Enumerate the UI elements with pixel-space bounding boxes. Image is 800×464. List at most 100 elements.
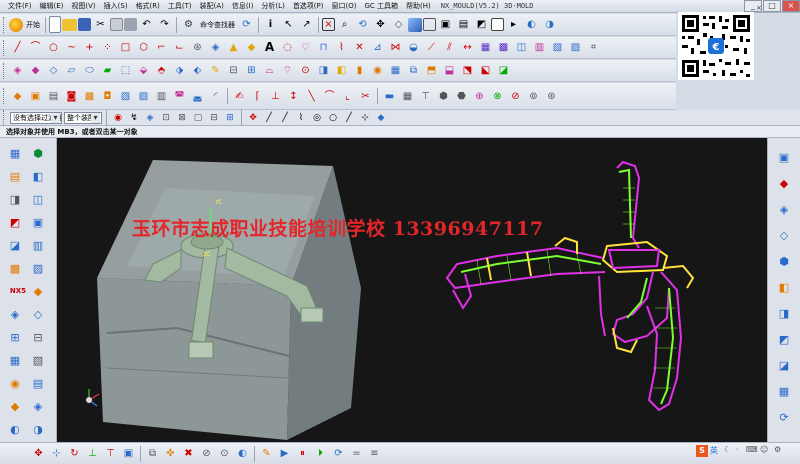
pointer-icon[interactable]: ↗ (298, 16, 315, 33)
snap-midpoint-icon[interactable]: ╱ (278, 111, 292, 125)
wcs-save-icon[interactable]: ▣ (120, 445, 137, 462)
fillet-curve-icon[interactable]: ⌐ (153, 39, 170, 56)
nx5-logo[interactable]: NX5 (6, 282, 30, 300)
styled-blend-icon[interactable]: ⌔ (279, 62, 296, 79)
ime-skin-icon[interactable]: ☺ (760, 445, 768, 454)
through-curves-icon[interactable]: ◈ (9, 62, 26, 79)
patch-icon[interactable]: ⊟ (225, 62, 242, 79)
assembly-navigator-icon[interactable]: ▦ (6, 144, 24, 162)
dimension-icon[interactable]: ↕ (285, 88, 302, 105)
transform-icon[interactable]: ⧉ (144, 445, 161, 462)
electrode-icon[interactable]: ▦ (6, 351, 24, 369)
snap-intersection-icon[interactable]: ╱ (342, 111, 356, 125)
shell-icon[interactable]: ◜ (207, 88, 224, 105)
spline-icon[interactable]: ∼ (63, 39, 80, 56)
general-selection-icon[interactable]: ◉ (111, 111, 125, 125)
toolbar-grip[interactable] (3, 39, 6, 56)
ime-mode-icon[interactable]: ☾ (724, 445, 731, 454)
view-bottom-icon[interactable]: ◩ (775, 330, 793, 348)
sketch-trim-icon[interactable]: ✂ (357, 88, 374, 105)
law-extension-icon[interactable]: ⬚ (117, 62, 134, 79)
cylinder-icon[interactable]: ▣ (27, 88, 44, 105)
fit-surface-icon[interactable]: ⬭ (81, 62, 98, 79)
visualization-icon[interactable]: ◑ (29, 420, 47, 438)
polygon-icon[interactable]: ⬡ (135, 39, 152, 56)
sphere-icon[interactable]: ◙ (63, 88, 80, 105)
toolbar-grip[interactable] (3, 88, 6, 104)
layer-icon[interactable]: ▤ (455, 16, 472, 33)
view-back-icon[interactable]: ◨ (775, 304, 793, 322)
offset-curve-icon[interactable]: ◌ (279, 39, 296, 56)
show-icon[interactable]: ◑ (541, 16, 558, 33)
cone-icon[interactable]: ▤ (45, 88, 62, 105)
sketch-line-icon[interactable]: ╲ (303, 88, 320, 105)
gap-analysis-icon[interactable]: ▧ (29, 351, 47, 369)
view-left-icon[interactable]: ◧ (775, 278, 793, 296)
split-body-icon[interactable]: ⬕ (477, 62, 494, 79)
trim-sheet-icon[interactable]: ⬗ (171, 62, 188, 79)
menu-insert[interactable]: 插入(S) (100, 0, 132, 13)
window-close-glyph[interactable]: × (756, 4, 762, 12)
subtract-icon[interactable]: ⬓ (441, 62, 458, 79)
ruled-icon[interactable]: ▧ (549, 39, 566, 56)
toolbar-grip[interactable] (3, 16, 6, 33)
fit-view-icon[interactable]: × (322, 18, 335, 31)
snap-center-icon[interactable]: ◎ (310, 111, 324, 125)
menu-view[interactable]: 视图(V) (67, 0, 99, 13)
new-file-icon[interactable] (49, 16, 61, 33)
snap-face-icon[interactable]: ◆ (374, 111, 388, 125)
n-sided-surface-icon[interactable]: ▨ (567, 39, 584, 56)
measure-icon[interactable]: ⊞ (6, 328, 24, 346)
menu-format[interactable]: 格式(R) (132, 0, 164, 13)
point-set-icon[interactable]: ⁘ (99, 39, 116, 56)
four-point-surface-icon[interactable]: ◇ (45, 62, 62, 79)
palette-icon[interactable]: ◆ (29, 282, 47, 300)
save-icon[interactable] (78, 18, 91, 31)
through-mesh-icon[interactable]: ◆ (27, 62, 44, 79)
mirror-icon[interactable]: ⧉ (405, 62, 422, 79)
system-materials-icon[interactable]: ◨ (6, 190, 24, 208)
close-button[interactable]: × (782, 0, 800, 12)
ime-logo-icon[interactable]: S (696, 445, 708, 457)
snap-quadrant-icon[interactable]: ○ (326, 111, 340, 125)
start-icon[interactable] (9, 17, 23, 32)
unite-icon[interactable]: ⬒ (423, 62, 440, 79)
swept-icon[interactable]: ▥ (531, 39, 548, 56)
suppress-feature-icon[interactable]: ⏸ (294, 445, 311, 462)
delete-icon[interactable]: ✖ (180, 445, 197, 462)
manufacturing-wizard-icon[interactable]: ◩ (6, 213, 24, 231)
view-top-icon[interactable]: ◈ (775, 200, 793, 218)
unsuppress-feature-icon[interactable]: ⏵ (312, 445, 329, 462)
mold-ejector-icon[interactable]: ⊤ (417, 88, 434, 105)
mold-cooling-icon[interactable]: ▬ (381, 88, 398, 105)
part-navigator-icon[interactable]: ⬢ (29, 144, 47, 162)
move-object-icon[interactable]: ✜ (162, 445, 179, 462)
bounded-plane-icon[interactable]: ▱ (63, 62, 80, 79)
profile-icon[interactable]: ⌈ (249, 88, 266, 105)
maximize-button[interactable]: □ (763, 0, 781, 12)
extrude-icon[interactable]: ▮ (351, 62, 368, 79)
pan-icon[interactable]: ✥ (372, 16, 389, 33)
trim-curve-icon[interactable]: ⟋ (423, 39, 440, 56)
view-iso-icon[interactable]: ◇ (775, 226, 793, 244)
knowledge-icon[interactable]: ◈ (29, 397, 47, 415)
draft-analysis-icon[interactable]: ◇ (29, 305, 47, 323)
helix-icon[interactable]: ⊛ (189, 39, 206, 56)
menu-gc-toolkit[interactable]: GC 工具箱 (360, 0, 402, 13)
menu-information[interactable]: 信息(I) (228, 0, 258, 13)
attributes-icon[interactable]: ≡ (366, 445, 383, 462)
hole-icon[interactable]: ▩ (81, 88, 98, 105)
component-select-icon[interactable]: ⊟ (207, 111, 221, 125)
paste-icon[interactable] (124, 18, 137, 31)
variable-offset-icon[interactable]: ⬘ (153, 62, 170, 79)
history-palette-icon[interactable]: ▥ (29, 236, 47, 254)
block-icon[interactable]: ◆ (9, 88, 26, 105)
open-folder-icon[interactable] (62, 18, 77, 31)
rib-icon[interactable]: ◛ (189, 88, 206, 105)
transition-icon[interactable]: ⌗ (585, 39, 602, 56)
wcs-orient-icon[interactable]: ⊥ (84, 445, 101, 462)
text-icon[interactable]: A (261, 39, 278, 56)
web-browser-icon[interactable]: ◪ (6, 236, 24, 254)
sketch-fillet-icon[interactable]: ⌞ (339, 88, 356, 105)
circle-icon[interactable]: ○ (45, 39, 62, 56)
